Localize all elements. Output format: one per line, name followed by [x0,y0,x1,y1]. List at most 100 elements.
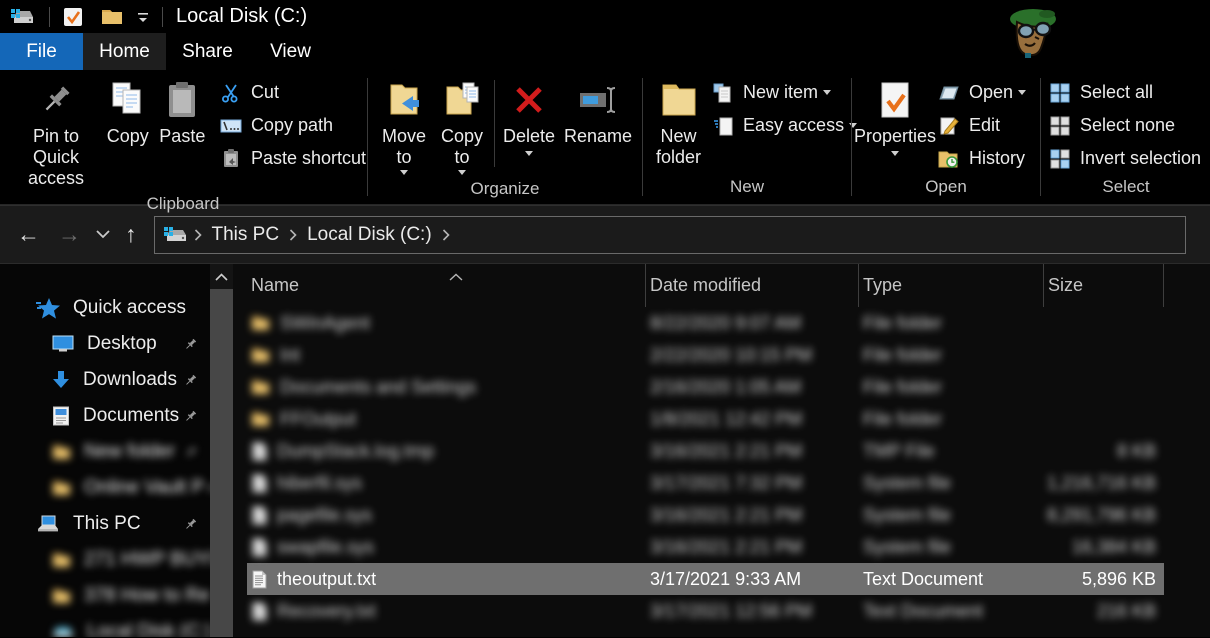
table-row[interactable]: hiberfil.sys 3/17/2021 7:32 PM System file… [233,467,1210,499]
tab-file[interactable]: File [0,33,83,70]
paste-button[interactable]: Paste [154,76,211,149]
breadcrumb-this-pc[interactable]: This PC [208,224,284,246]
open-button[interactable]: Open [937,76,1027,109]
table-row[interactable]: DumpStack.log.tmp 3/16/2021 2:21 PM TMP Fi… [233,435,1210,467]
sidebar-item-label: Quick access [73,297,186,318]
table-row[interactable]: theoutput.txt 3/17/2021 9:33 AM Text Docum… [233,563,1210,595]
sidebar-item-label: New folder [84,441,175,462]
copy-path-button[interactable]: Copy path [219,109,366,142]
select-all-button[interactable]: Select all [1048,76,1201,109]
tab-home[interactable]: Home [83,33,166,70]
dropdown-caret [458,170,466,176]
new-folder-qat-icon[interactable] [97,6,127,27]
button-label: Copy to [440,126,484,168]
tab-view[interactable]: View [249,33,332,70]
button-label: Rename [563,126,633,146]
select-none-button[interactable]: Select none [1048,109,1201,142]
column-label: Type [863,275,903,295]
file-icon [251,506,267,525]
scroll-up-icon[interactable] [210,264,233,289]
sidebar-scrollbar[interactable] [210,264,233,637]
column-header-date-modified[interactable]: Date modified [646,264,859,307]
recent-locations-chevron[interactable] [90,230,116,239]
table-row[interactable]: Documents and Settings 2/16/2020 1:05 AM F… [233,371,1210,403]
group-open: Properties Open Edit History Open [853,70,1039,204]
column-label: Name [251,275,300,295]
breadcrumb-chevron[interactable] [436,228,456,241]
column-header-name[interactable]: Name [249,264,646,307]
table-row[interactable]: SWinAgent 8/22/2020 9:07 AM File folder [233,307,1210,339]
copy-button[interactable]: Copy [102,76,154,149]
back-button[interactable]: ← [8,223,49,246]
sidebar-item-online-vault-p[interactable]: Online Vault P [0,470,210,506]
new-folder-icon [660,78,698,122]
cut-button[interactable]: Cut [219,76,366,109]
qat-dropdown-icon[interactable] [133,8,153,26]
file-date-modified: 3/17/2021 12:56 PM [650,600,813,621]
table-row[interactable]: FFOutput 1/8/2021 12:42 PM File folder [233,403,1210,435]
sidebar-item-quick-access[interactable]: Quick access [0,290,210,326]
rename-button[interactable]: Rename [560,76,636,149]
file-name: Int [280,344,301,365]
button-label: New folder [656,126,702,168]
sidebar-item-271-hwp-buyi[interactable]: 271 HWP BUYI [0,542,210,578]
move-to-button[interactable]: Move to [375,76,433,177]
button-label: Invert selection [1080,148,1202,168]
file-size: 16,384 KB [1071,536,1156,557]
sidebar-item-this-pc[interactable]: This PC [0,506,210,542]
easy-access-button[interactable]: Easy access [711,109,858,142]
table-row[interactable]: Int 2/22/2020 10:15 PM File folder [233,339,1210,371]
up-button[interactable]: ↑ [116,223,146,246]
pin-to-quick-access-button[interactable]: Pin to Quick access [10,76,102,192]
column-header-type[interactable]: Type [859,264,1044,307]
delete-button[interactable]: Delete [498,76,560,158]
properties-check-icon[interactable] [59,5,87,29]
edit-button[interactable]: Edit [937,109,1026,142]
forward-button[interactable]: → [49,223,90,246]
history-button[interactable]: History [937,142,1026,175]
paste-shortcut-button[interactable]: Paste shortcut [219,142,366,175]
scrollbar-thumb[interactable] [210,289,233,637]
sidebar-item-documents[interactable]: Documents [0,398,210,434]
table-row[interactable]: Recovery.txt 3/17/2021 12:56 PM Text Docum… [233,595,1210,627]
sidebar-item-label: Desktop [87,333,157,354]
breadcrumb-chevron [188,228,208,241]
sidebar-item-label: Downloads [83,369,177,390]
file-type: TMP File [863,440,935,461]
sidebar-item-desktop[interactable]: Desktop [0,326,210,362]
file-size: 8 KB [1116,440,1156,461]
location-drive-icon [163,226,188,243]
sidebar-item-label: Documents [83,405,180,426]
sidebar-item-378-how-to-re[interactable]: 378 How to Re [0,578,210,614]
new-item-button[interactable]: New item [711,76,857,109]
group-separator [851,78,852,196]
file-type: File folder [863,312,943,333]
button-label: Paste shortcut [250,148,366,168]
breadcrumb-local-disk[interactable]: Local Disk (C:) [303,224,436,246]
column-header-size[interactable]: Size [1044,264,1164,307]
button-label: Pin to Quick access [27,126,84,189]
file-type: File folder [863,408,943,429]
tab-share[interactable]: Share [166,33,249,70]
mascot-logo [1010,9,1056,58]
file-size: 8,291,796 KB [1046,504,1156,525]
address-bar[interactable]: This PC Local Disk (C:) [153,215,1186,254]
pin-icon [183,409,198,424]
sidebar-item-local-disk-c-[interactable]: Local Disk (C:) [0,614,210,637]
properties-button[interactable]: Properties [854,76,936,158]
sidebar-item-new-folder[interactable]: New folder [0,434,210,470]
copy-to-button[interactable]: Copy to [433,76,491,177]
table-row[interactable]: pagefile.sys 3/16/2021 2:21 PM System file… [233,499,1210,531]
button-label: History [969,148,1026,168]
pushpin-icon [38,78,74,122]
table-row[interactable]: swapfile.sys 3/16/2021 2:21 PM System file… [233,531,1210,563]
new-folder-button[interactable]: New folder [652,76,705,170]
invert-selection-button[interactable]: Invert selection [1048,142,1201,175]
folder-icon [251,411,270,427]
sidebar-item-downloads[interactable]: Downloads [0,362,210,398]
button-label: Edit [969,115,1001,135]
copy-path-icon [219,118,243,134]
qat-separator [162,6,163,27]
file-rows: SWinAgent 8/22/2020 9:07 AM File folder Int… [233,307,1210,627]
folder-icon [251,379,270,395]
